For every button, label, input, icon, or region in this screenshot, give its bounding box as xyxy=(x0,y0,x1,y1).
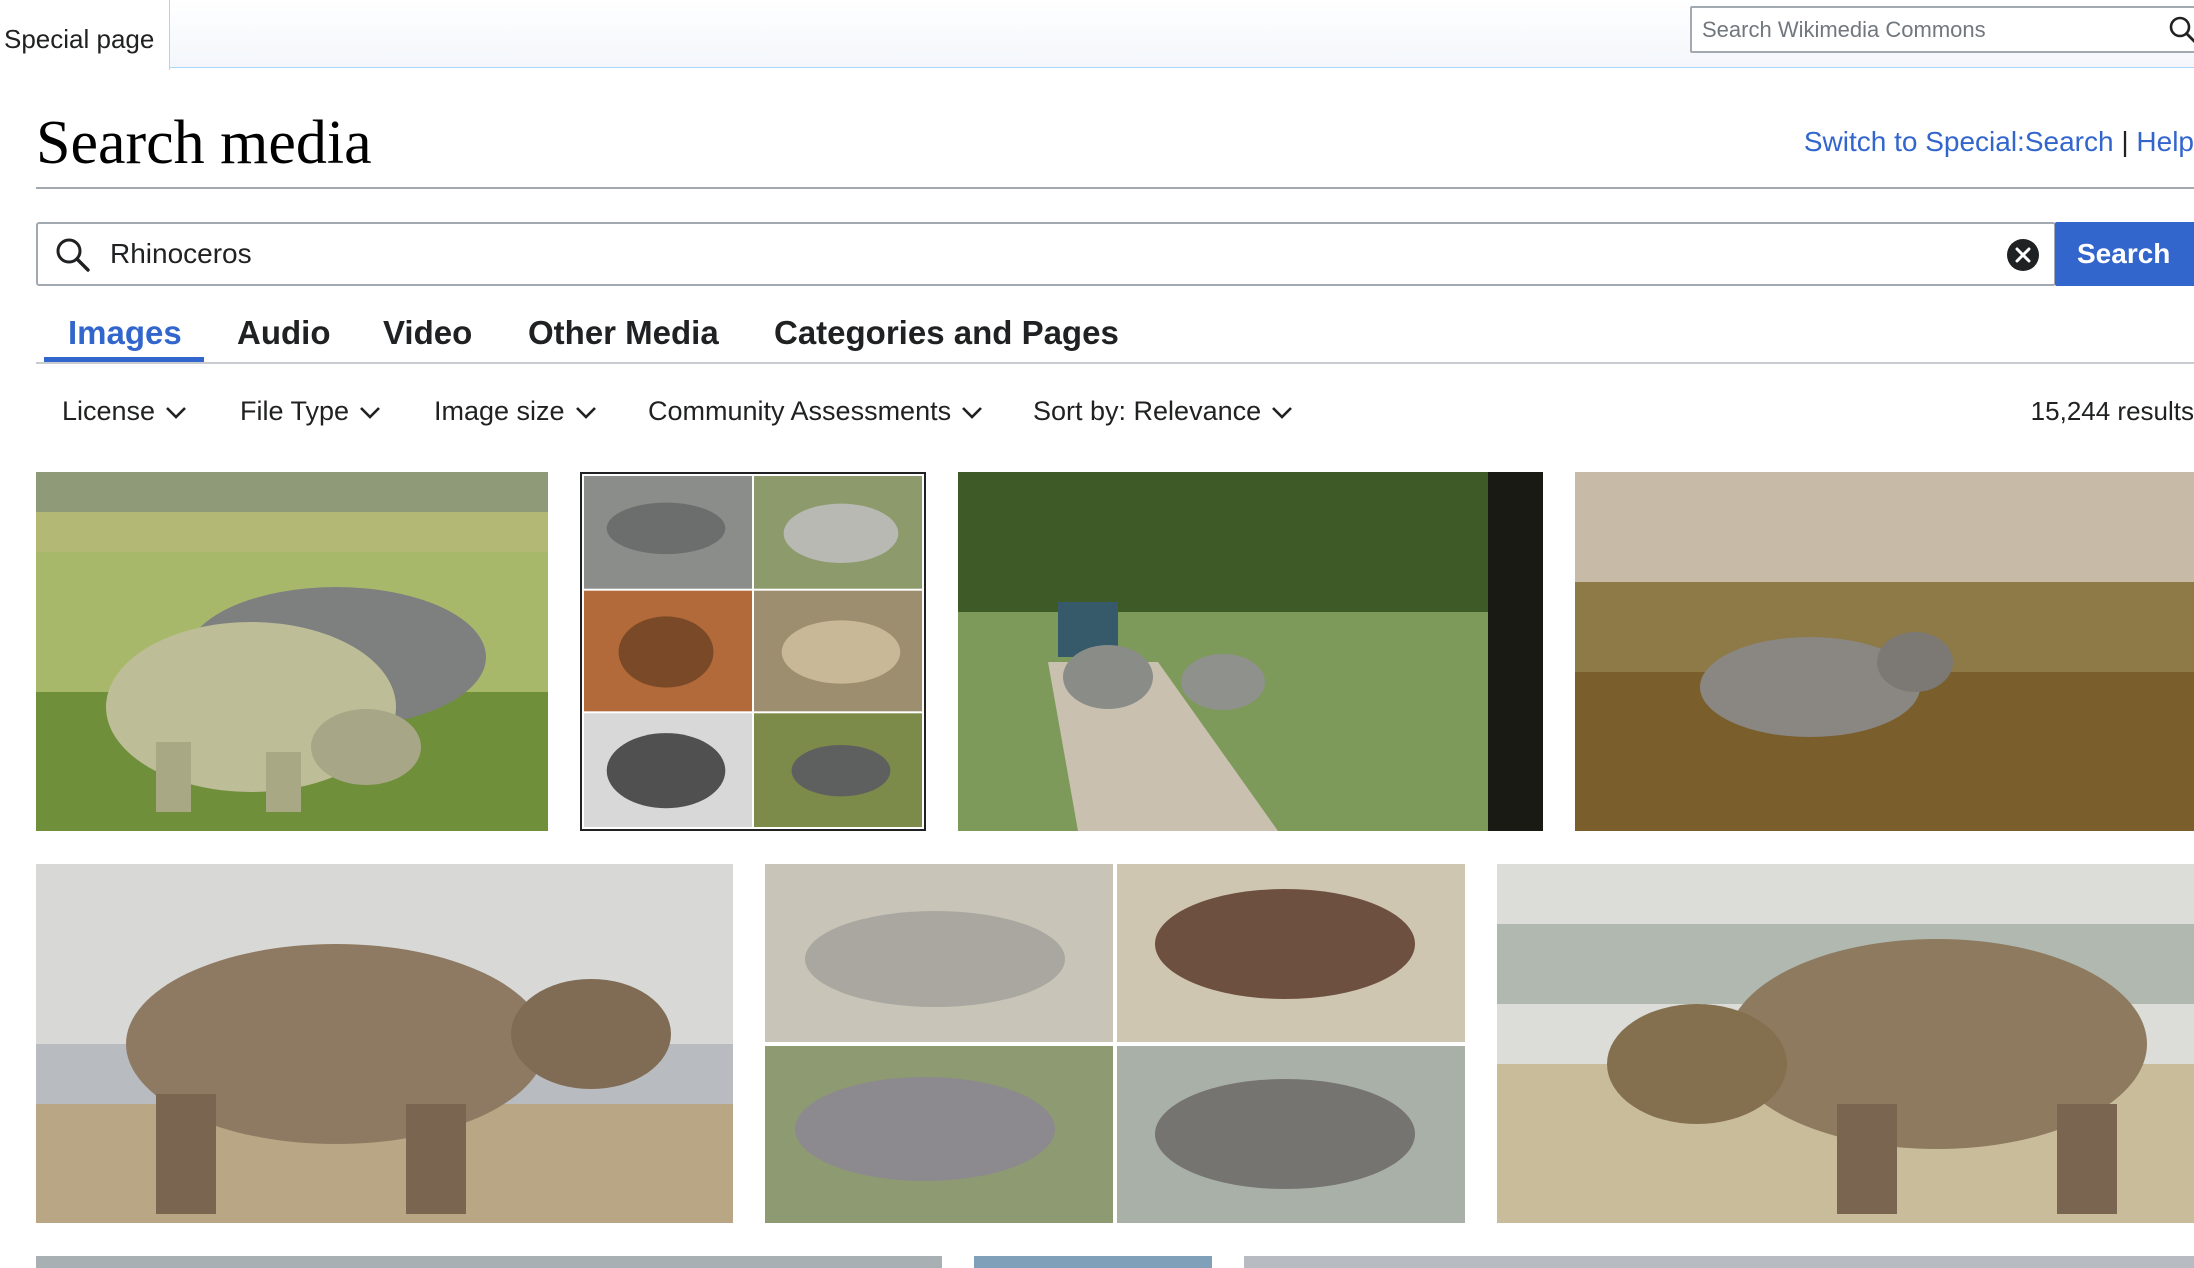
rhino-species-collage-photo xyxy=(582,474,924,829)
media-search-input[interactable] xyxy=(110,234,1990,274)
page-title: Search media xyxy=(36,109,372,177)
chevron-down-icon xyxy=(166,406,186,419)
tab-other-media[interactable]: Other Media xyxy=(528,314,719,352)
media-type-tabs: Images Audio Video Other Media Categorie… xyxy=(36,310,2194,364)
active-tab-indicator xyxy=(44,357,204,362)
five-rhino-species-collage-photo xyxy=(765,864,1465,1223)
page-indicators: Switch to Special:Search | Help xyxy=(1804,126,2194,158)
help-link[interactable]: Help xyxy=(2136,126,2194,157)
result-image-7[interactable] xyxy=(1497,864,2194,1223)
filter-community-assessments[interactable]: Community Assessments xyxy=(648,396,983,427)
results-count: 15,244 results xyxy=(2030,396,2194,426)
chevron-down-icon xyxy=(962,406,983,419)
indian-rhino-side-view-photo xyxy=(1497,864,2194,1223)
tab-video[interactable]: Video xyxy=(383,314,472,352)
rhinos-on-forest-road-photo xyxy=(958,472,1543,831)
result-image-2[interactable] xyxy=(580,472,926,831)
header-search-input[interactable] xyxy=(1702,16,2132,44)
result-image-9[interactable] xyxy=(974,1256,1212,1268)
filter-sort-by-label: Sort by: Relevance xyxy=(1033,396,1262,426)
rhino-in-tall-grass-photo xyxy=(1575,472,2194,831)
result-image-10[interactable] xyxy=(1244,1256,2194,1268)
special-page-tab[interactable]: Special page xyxy=(0,0,170,70)
switch-to-special-search-link[interactable]: Switch to Special:Search xyxy=(1804,126,2114,157)
search-icon[interactable] xyxy=(2168,15,2194,45)
filter-file-type[interactable]: File Type xyxy=(240,396,381,427)
title-divider xyxy=(36,187,2194,189)
filter-community-assessments-label: Community Assessments xyxy=(648,396,952,426)
chevron-down-icon xyxy=(575,406,596,419)
search-icon xyxy=(56,238,90,272)
filter-sort-by[interactable]: Sort by: Relevance xyxy=(1033,396,1293,427)
tab-images[interactable]: Images xyxy=(68,314,182,352)
header-search-box[interactable] xyxy=(1690,6,2194,53)
filter-image-size[interactable]: Image size xyxy=(434,396,597,427)
indian-rhino-by-river-photo xyxy=(36,864,733,1223)
clear-icon[interactable] xyxy=(2006,238,2040,272)
chevron-down-icon xyxy=(360,406,380,419)
filter-license[interactable]: License xyxy=(62,396,187,427)
result-image-8[interactable] xyxy=(36,1256,942,1268)
white-rhino-pair-photo xyxy=(36,472,548,831)
tab-audio[interactable]: Audio xyxy=(237,314,330,352)
tab-categories-and-pages[interactable]: Categories and Pages xyxy=(774,314,1119,352)
result-image-5[interactable] xyxy=(36,864,733,1223)
search-button[interactable]: Search xyxy=(2055,222,2194,286)
result-image-4[interactable] xyxy=(1575,472,2194,831)
chevron-down-icon xyxy=(1272,406,1293,419)
result-image-1[interactable] xyxy=(36,472,548,831)
filter-image-size-label: Image size xyxy=(434,396,565,426)
filter-file-type-label: File Type xyxy=(240,396,350,426)
media-search-box[interactable] xyxy=(36,222,2056,286)
top-bar: Special page xyxy=(0,0,2194,70)
special-page-label: Special page xyxy=(4,24,155,54)
result-image-6[interactable] xyxy=(765,864,1465,1223)
indicator-separator: | xyxy=(2121,126,2129,157)
result-image-3[interactable] xyxy=(958,472,1543,831)
filter-license-label: License xyxy=(62,396,156,426)
